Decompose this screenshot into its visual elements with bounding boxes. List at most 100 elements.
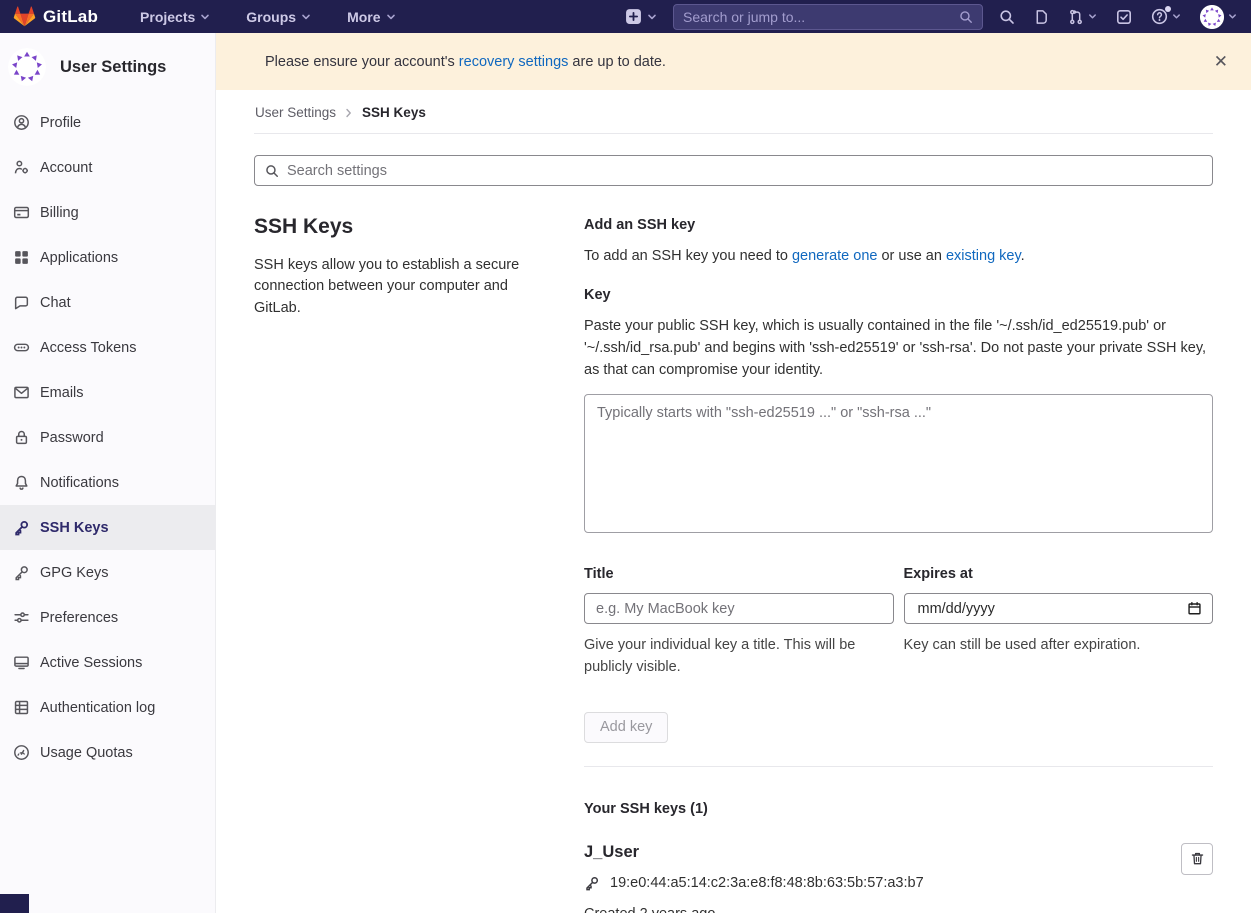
title-label: Title: [584, 566, 894, 582]
nav-more[interactable]: More: [347, 9, 395, 25]
account-icon: [13, 159, 30, 176]
emails-icon: [13, 384, 30, 401]
sidebar-item-chat[interactable]: Chat: [0, 280, 215, 325]
key-icon: [584, 875, 600, 891]
nav-projects[interactable]: Projects: [140, 9, 210, 25]
sidebar-item-gpg-keys[interactable]: GPG Keys: [0, 550, 215, 595]
page-description: SSH keys allow you to establish a secure…: [254, 255, 550, 319]
new-menu-button[interactable]: [625, 8, 657, 25]
trash-icon: [1190, 851, 1205, 866]
gauge-icon: [13, 744, 30, 761]
user-menu[interactable]: [1200, 5, 1237, 29]
sidebar-item-usage-quotas[interactable]: Usage Quotas: [0, 730, 215, 775]
sidebar-item-applications[interactable]: Applications: [0, 235, 215, 280]
breadcrumb: User Settings SSH Keys: [254, 90, 1213, 134]
breadcrumb-user-settings[interactable]: User Settings: [255, 105, 336, 120]
chevron-down-icon: [647, 12, 657, 22]
top-navbar: GitLab Projects Groups More: [0, 0, 1251, 33]
tanuki-icon: [13, 5, 36, 28]
ssh-key-list-item: J_User 19:e0:44:a5:14:c2:3a:e8:f8:48:8b:…: [584, 843, 1213, 913]
notifications-icon: [13, 474, 30, 491]
expires-at-label: Expires at: [904, 566, 1214, 582]
existing-key-link[interactable]: existing key: [946, 248, 1021, 264]
key-fingerprint: 19:e0:44:a5:14:c2:3a:e8:f8:48:8b:63:5b:5…: [610, 875, 924, 891]
key-label: Key: [584, 287, 1213, 303]
add-ssh-key-heading: Add an SSH key: [584, 217, 1213, 233]
chat-icon: [13, 294, 30, 311]
password-icon: [13, 429, 30, 446]
sidebar-header: User Settings: [0, 33, 215, 100]
expires-help-text: Key can still be used after expiration.: [904, 635, 1214, 657]
log-icon: [13, 699, 30, 716]
preferences-icon: [13, 609, 30, 626]
chevron-down-icon: [386, 12, 396, 22]
search-icon: [959, 10, 973, 24]
recovery-settings-link[interactable]: recovery settings: [459, 54, 569, 70]
todo-icon[interactable]: [1116, 9, 1132, 25]
search-icon[interactable]: [999, 9, 1015, 25]
sidebar-item-profile[interactable]: Profile: [0, 100, 215, 145]
billing-icon: [13, 204, 30, 221]
chevron-down-icon: [1228, 12, 1237, 21]
merge-request-icon[interactable]: [1068, 9, 1097, 25]
monitor-icon: [13, 654, 30, 671]
profile-icon: [13, 114, 30, 131]
notification-dot: [1165, 6, 1171, 12]
sidebar-item-emails[interactable]: Emails: [0, 370, 215, 415]
add-ssh-key-intro: To add an SSH key you need to generate o…: [584, 248, 1213, 264]
breadcrumb-ssh-keys[interactable]: SSH Keys: [362, 105, 426, 120]
divider: [584, 766, 1213, 767]
avatar: [1200, 5, 1224, 29]
gitlab-logo[interactable]: GitLab: [13, 5, 98, 28]
issues-icon[interactable]: [1034, 9, 1049, 25]
chevron-down-icon: [1088, 12, 1097, 21]
your-ssh-keys-heading: Your SSH keys (1): [584, 801, 1213, 817]
sidebar-item-ssh-keys[interactable]: SSH Keys: [0, 505, 215, 550]
sidebar-item-active-sessions[interactable]: Active Sessions: [0, 640, 215, 685]
sidebar-item-access-tokens[interactable]: Access Tokens: [0, 325, 215, 370]
key-help-text: Paste your public SSH key, which is usua…: [584, 316, 1213, 381]
date-placeholder: mm/dd/yyyy: [918, 601, 1188, 617]
settings-search[interactable]: [254, 155, 1213, 186]
status-overlay: [0, 894, 29, 913]
title-help-text: Give your individual key a title. This w…: [584, 635, 894, 679]
ssh-key-textarea[interactable]: [584, 394, 1213, 533]
sidebar-item-billing[interactable]: Billing: [0, 190, 215, 235]
search-icon: [265, 164, 279, 178]
global-search[interactable]: [673, 4, 983, 30]
banner-text: Please ensure your account's recovery se…: [265, 54, 666, 70]
close-icon[interactable]: ✕: [1207, 49, 1235, 74]
settings-sidebar: User Settings Profile Account Billing Ap…: [0, 33, 216, 913]
sidebar-item-password[interactable]: Password: [0, 415, 215, 460]
delete-key-button[interactable]: [1181, 843, 1213, 875]
key-icon: [13, 519, 30, 536]
chevron-down-icon: [301, 12, 311, 22]
chevron-down-icon: [200, 12, 210, 22]
title-input[interactable]: [584, 593, 894, 624]
page-title: SSH Keys: [254, 215, 550, 239]
key-icon: [13, 564, 30, 581]
plus-icon: [625, 8, 642, 25]
sidebar-item-preferences[interactable]: Preferences: [0, 595, 215, 640]
brand-name: GitLab: [43, 7, 98, 27]
settings-search-input[interactable]: [287, 163, 1202, 179]
calendar-icon[interactable]: [1187, 601, 1202, 616]
chevron-down-icon: [1172, 12, 1181, 21]
help-menu[interactable]: [1151, 8, 1181, 25]
alert-banner: Please ensure your account's recovery se…: [216, 33, 1251, 90]
add-key-button[interactable]: Add key: [584, 712, 668, 743]
sidebar-title: User Settings: [60, 58, 166, 77]
sidebar-item-account[interactable]: Account: [0, 145, 215, 190]
access-tokens-icon: [13, 339, 30, 356]
sidebar-item-notifications[interactable]: Notifications: [0, 460, 215, 505]
expires-at-input[interactable]: mm/dd/yyyy: [904, 593, 1214, 624]
sidebar-item-authentication-log[interactable]: Authentication log: [0, 685, 215, 730]
global-search-input[interactable]: [683, 9, 959, 25]
help-icon: [1151, 8, 1168, 25]
generate-one-link[interactable]: generate one: [792, 248, 877, 264]
nav-groups[interactable]: Groups: [246, 9, 311, 25]
applications-icon: [13, 249, 30, 266]
key-created: Created 2 years ago: [584, 906, 1169, 913]
key-name: J_User: [584, 843, 1169, 862]
avatar: [8, 48, 46, 86]
